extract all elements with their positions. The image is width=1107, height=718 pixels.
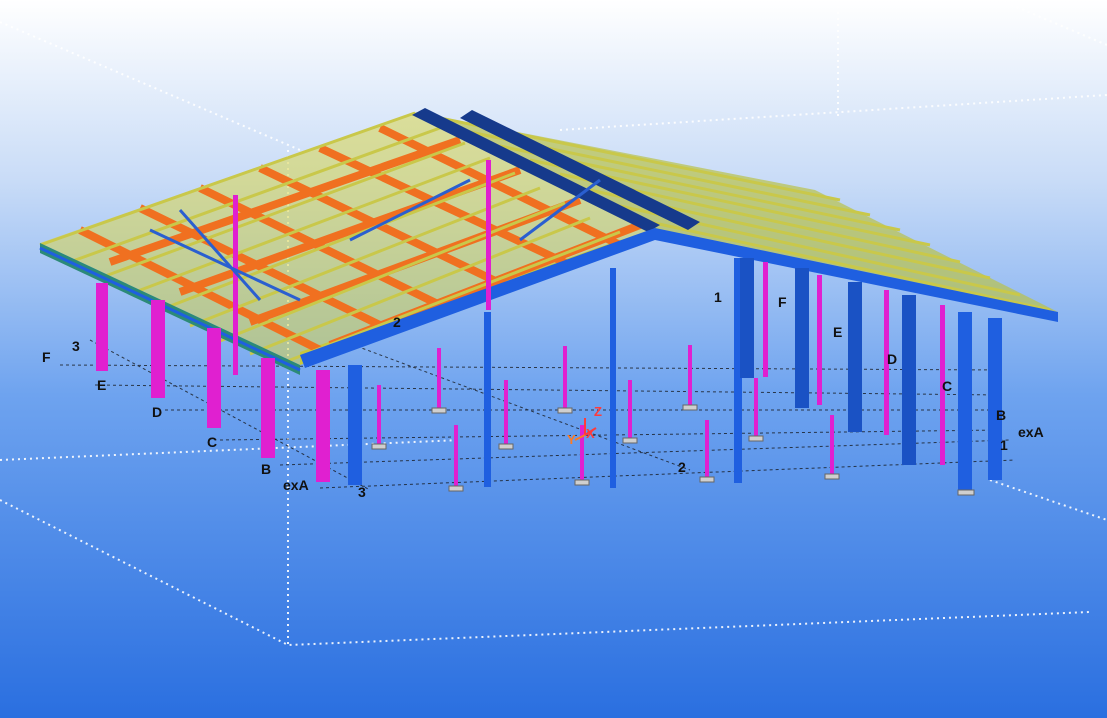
axis-y-label: Y [567,432,576,447]
grid-label-mid-2: 2 [393,314,401,330]
grid-label-left-exa: exA [283,477,309,493]
axis-x-label: X [586,426,595,441]
grid-label-front-2: 2 [678,459,686,475]
grid-label-right-exa: exA [1018,424,1044,440]
grid-label-left-e: E [97,377,106,393]
grid-label-left-axis-3: 3 [72,338,80,354]
grid-label-right-e: E [833,324,842,340]
grid-label-right-f: F [778,294,787,310]
grid-label-right-c: C [942,378,952,394]
grid-label-left-f: F [42,349,51,365]
axis-z-label: Z [594,404,602,419]
grid-label-left-c: C [207,434,217,450]
grid-label-right-b: B [996,407,1006,423]
grid-label-left-d: D [152,404,162,420]
structure-3d-view[interactable]: Z Y X F 3 E D C B exA 3 2 2 1 F E D C B … [0,0,1107,718]
grid-label-right-axis-1: 1 [1000,437,1008,453]
grid-label-right-d: D [887,351,897,367]
grid-label-back-1: 1 [714,289,722,305]
3d-model-viewport[interactable]: Z Y X F 3 E D C B exA 3 2 2 1 F E D C B … [0,0,1107,718]
grid-label-left-b: B [261,461,271,477]
grid-label-front-3: 3 [358,484,366,500]
